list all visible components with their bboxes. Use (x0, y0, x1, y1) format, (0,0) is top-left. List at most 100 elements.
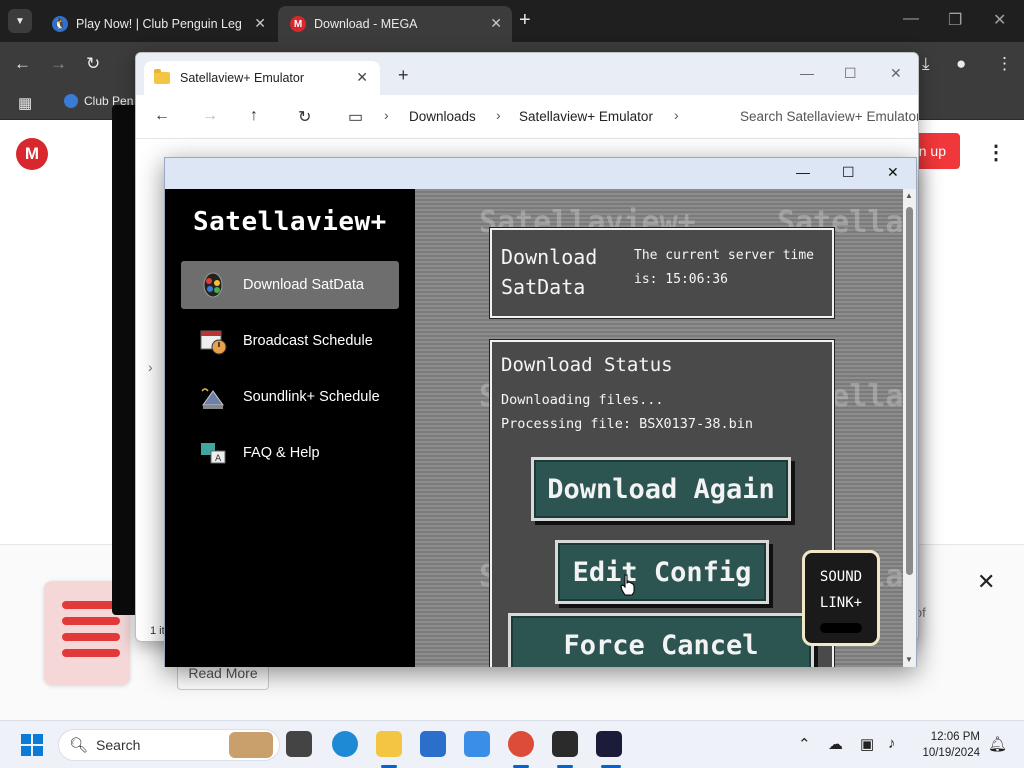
close-tab-icon[interactable]: ✕ (254, 15, 266, 32)
edit-config-button[interactable]: Edit Config (555, 540, 769, 604)
terminal-icon[interactable] (552, 731, 578, 757)
show-hidden-icons-chevron-icon[interactable]: ⌃ (798, 735, 811, 753)
menu-kebab-icon[interactable]: ⋮ (996, 54, 1013, 74)
close-window-button[interactable]: ✕ (993, 10, 1006, 30)
status-line-1: Downloading files... (501, 392, 664, 408)
chrome-icon[interactable] (508, 731, 534, 757)
close-tab-icon[interactable]: ✕ (356, 69, 368, 86)
search-icon: 🔍︎ (69, 737, 89, 754)
notifications-bell-icon[interactable]: 🔔︎ (988, 735, 1007, 753)
scroll-up-icon[interactable]: ▲ (905, 191, 913, 200)
breadcrumb-downloads[interactable]: Downloads (409, 109, 476, 124)
scroll-down-icon[interactable]: ▼ (905, 655, 913, 664)
browser-tab-mega[interactable]: M Download - MEGA ✕ (278, 6, 512, 42)
svg-text:A: A (215, 454, 222, 464)
explorer-tab[interactable]: Satellaview+ Emulator ✕ (144, 61, 380, 95)
minimize-button[interactable]: — (796, 164, 810, 180)
close-banner-icon[interactable]: ✕ (977, 569, 995, 595)
taskbar-clock[interactable]: 12:06 PM 10/19/2024 (918, 729, 980, 761)
reload-icon[interactable]: ↻ (86, 54, 100, 74)
maximize-button[interactable]: ❐ (948, 10, 962, 30)
bookmark-favicon-icon (64, 94, 78, 108)
start-button-windows-icon[interactable] (21, 734, 43, 756)
chevron-right-icon: › (496, 107, 501, 123)
mega-menu-icon[interactable]: ⋮ (986, 140, 1006, 165)
file-explorer-icon[interactable] (376, 731, 402, 757)
nav-label: Broadcast Schedule (243, 333, 373, 349)
chevron-right-icon[interactable]: › (148, 359, 153, 375)
this-pc-icon[interactable]: ▭ (348, 107, 363, 127)
mega-favicon-icon: M (290, 16, 306, 32)
satellaview-app-icon[interactable] (596, 731, 622, 757)
clock-date: 10/19/2024 (922, 747, 980, 759)
forward-icon[interactable]: → (50, 54, 67, 74)
back-icon[interactable]: ← (14, 54, 31, 74)
download-icon[interactable]: ⤓ (922, 54, 930, 74)
new-tab-button[interactable]: + (519, 9, 531, 32)
mega-logo-icon[interactable]: M (16, 138, 48, 170)
app-titlebar: — ☐ ✕ (165, 158, 916, 189)
explorer-navbar: ← → ↑ ↻ ▭ › Downloads › Satellaview+ Emu… (136, 95, 918, 139)
search-highlight-icon (229, 732, 273, 758)
minimize-button[interactable]: — (903, 10, 919, 28)
nav-soundlink-schedule[interactable]: Soundlink+ Schedule (181, 373, 399, 421)
status-title: Download Status (501, 354, 673, 376)
search-label: Search (96, 737, 141, 753)
soundlink-line1: SOUND (819, 569, 863, 585)
browser-tab-title: Play Now! | Club Penguin Legac (76, 17, 241, 31)
tab-search-button[interactable]: ▼ (8, 9, 32, 33)
explorer-titlebar: Satellaview+ Emulator ✕ + — ☐ ✕ (136, 53, 918, 95)
panel-title-line2: SatData (501, 275, 586, 299)
task-view-icon[interactable] (286, 731, 312, 757)
folder-icon (154, 69, 170, 84)
satellite-dish-icon (199, 271, 227, 299)
maximize-button[interactable]: ☐ (842, 164, 855, 181)
mail-icon[interactable] (464, 731, 490, 757)
minimize-button[interactable]: — (800, 65, 814, 81)
navigation-pane: › (136, 139, 164, 617)
display-icon[interactable]: ▣ (860, 735, 874, 753)
panel-title-line1: Download (501, 245, 598, 269)
soundlink-line2: LINK+ (819, 595, 863, 611)
satellaview-window: — ☐ ✕ Satellaview+ Download SatData Broa… (164, 157, 917, 667)
app-title: Satellaview+ (193, 207, 387, 237)
new-tab-button[interactable]: + (398, 65, 409, 86)
breadcrumb-satellaview[interactable]: Satellaview+ Emulator (519, 109, 653, 124)
taskbar: 🔍︎ Search ⌃ ☁ ▣ ♪ 12:06 PM 10/19/2024 🔔︎ (0, 720, 1024, 768)
download-again-button[interactable]: Download Again (531, 457, 791, 521)
nav-download-satdata[interactable]: Download SatData (181, 261, 399, 309)
clock-time: 12:06 PM (930, 731, 980, 743)
explorer-tab-title: Satellaview+ Emulator (180, 71, 305, 85)
browser-tab-club-penguin[interactable]: 🐧 Play Now! | Club Penguin Legac ✕ (40, 6, 276, 42)
soundlink-widget[interactable]: SOUND LINK+ (802, 550, 880, 646)
close-tab-icon[interactable]: ✕ (490, 15, 502, 32)
back-icon[interactable]: ← (154, 107, 170, 125)
radio-antenna-icon (199, 383, 227, 411)
scrollbar[interactable]: ▲ ▼ (903, 189, 916, 667)
nav-broadcast-schedule[interactable]: Broadcast Schedule (181, 317, 399, 365)
profile-icon[interactable]: ● (956, 54, 966, 74)
soundlink-indicator (820, 623, 862, 633)
network-icon[interactable]: ☁ (828, 735, 843, 753)
refresh-icon[interactable]: ↻ (298, 107, 311, 127)
edge-icon[interactable] (332, 731, 358, 757)
maximize-button[interactable]: ☐ (844, 65, 857, 82)
chrome-tabstrip: ▼ 🐧 Play Now! | Club Penguin Legac ✕ M D… (0, 0, 1024, 42)
close-window-button[interactable]: ✕ (887, 164, 899, 181)
nav-faq-help[interactable]: A FAQ & Help (181, 429, 399, 477)
volume-icon[interactable]: ♪ (888, 735, 896, 752)
apps-grid-icon[interactable]: ▦ (18, 94, 32, 112)
scrollbar-thumb[interactable] (906, 207, 913, 575)
hand-cursor-icon (620, 574, 636, 596)
server-time-line1: The current server time (634, 248, 815, 263)
up-icon[interactable]: ↑ (250, 107, 258, 125)
force-cancel-button[interactable]: Force Cancel (508, 613, 814, 667)
store-icon[interactable] (420, 731, 446, 757)
chevron-right-icon[interactable]: › (674, 107, 679, 123)
search-input[interactable]: Search Satellaview+ Emulator (740, 109, 918, 124)
close-window-button[interactable]: ✕ (890, 65, 902, 82)
chevron-right-icon: › (384, 107, 389, 123)
taskbar-search[interactable]: 🔍︎ Search (58, 729, 280, 761)
forward-icon[interactable]: → (202, 107, 218, 125)
nav-label: Soundlink+ Schedule (243, 389, 380, 405)
